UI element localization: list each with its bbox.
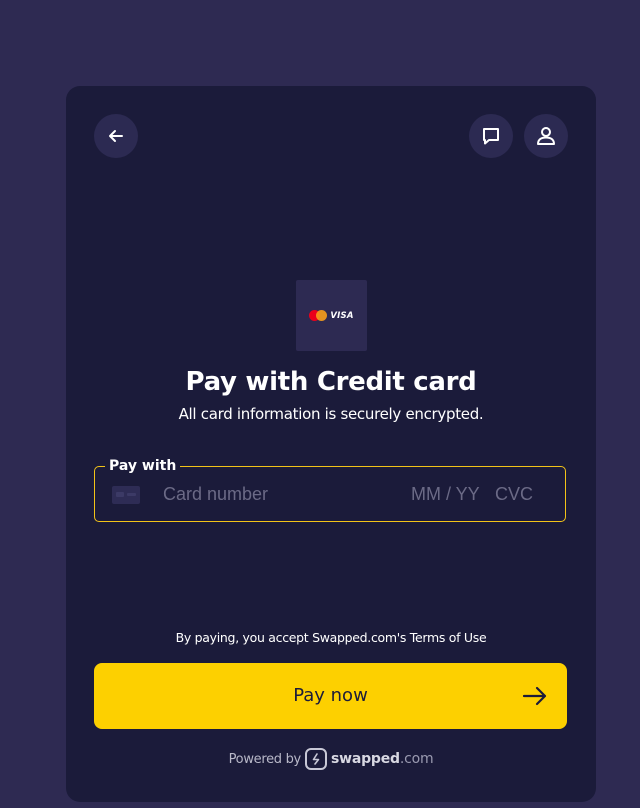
expiry-input[interactable] (411, 481, 489, 507)
swapped-brand-text: swapped.com (330, 751, 434, 767)
visa-logo: VISA (330, 310, 354, 321)
pay-now-button[interactable]: Pay now (94, 663, 567, 729)
card-field-legend: Pay with (105, 457, 181, 475)
account-button[interactable] (524, 114, 568, 158)
mastercard-logo (309, 310, 328, 321)
credit-card-icon (112, 486, 140, 504)
chat-bubble-icon (483, 128, 499, 145)
powered-by: Powered by swapped.com (66, 748, 596, 770)
user-icon (537, 127, 555, 145)
powered-by-label: Powered by (228, 751, 302, 767)
chat-button[interactable] (469, 114, 513, 158)
payment-panel: VISA Pay with Credit card All card infor… (66, 86, 596, 802)
card-number-input[interactable] (163, 481, 393, 507)
page-title: Pay with Credit card (185, 367, 477, 397)
back-button[interactable] (94, 114, 138, 158)
cvc-input[interactable] (495, 481, 545, 507)
swapped-logo-icon (304, 748, 327, 770)
card-brands-badge: VISA (296, 280, 367, 351)
brand-name: swapped (330, 751, 400, 767)
terms-notice: By paying, you accept Swapped.com's Term… (175, 630, 487, 645)
brand-domain: .com (399, 751, 434, 767)
pay-now-label: Pay now (293, 685, 368, 706)
arrow-left-icon (109, 130, 123, 142)
page-subtitle: All card information is securely encrypt… (178, 405, 484, 423)
arrow-right-icon (522, 686, 547, 706)
card-input-group: Pay with (94, 457, 566, 522)
